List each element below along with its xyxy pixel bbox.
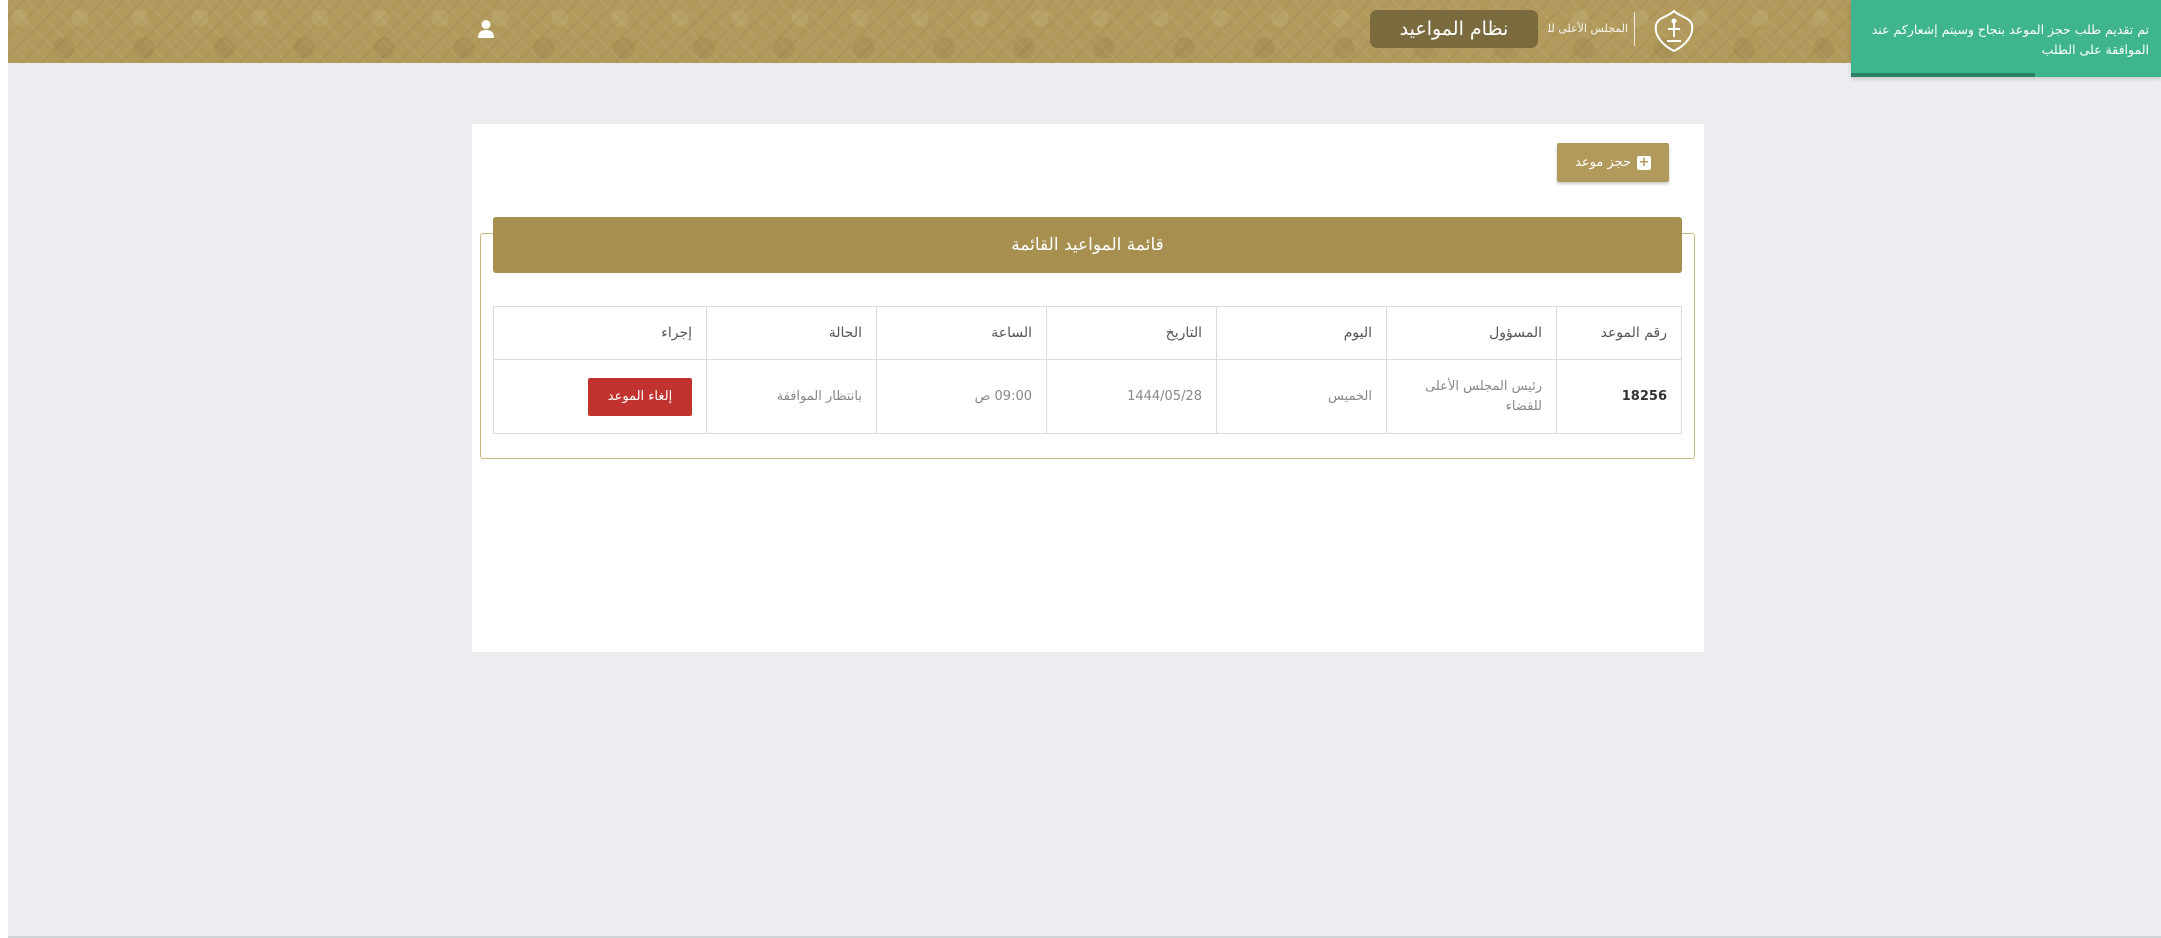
cancel-appointment-button[interactable]: إلغاء الموعد bbox=[588, 377, 692, 416]
appointment-day: الخميس bbox=[1216, 359, 1387, 434]
logo-text: المجلس الأعلى للقضاء bbox=[1548, 22, 1628, 35]
table-header-row: رقم الموعد المسؤول اليوم التاريخ الساعة … bbox=[493, 306, 1682, 360]
column-header-time: الساعة bbox=[876, 306, 1047, 360]
table-row: 18256 رئيس المجلس الأعلى للقضاء الخميس 1… bbox=[493, 359, 1682, 434]
book-appointment-label: حجز موعد bbox=[1575, 155, 1631, 170]
system-title[interactable]: نظام المواعيد bbox=[1370, 10, 1538, 48]
appointment-status: بانتظار الموافقة bbox=[706, 359, 877, 434]
page: نظام المواعيد المجلس الأعلى للقضاء تم تق… bbox=[0, 0, 2161, 938]
plus-square-icon: + bbox=[1637, 154, 1651, 170]
logo-divider bbox=[1634, 12, 1635, 46]
appointment-date: 1444/05/28 bbox=[1046, 359, 1217, 434]
appointment-time: 09:00 ص bbox=[876, 359, 1047, 434]
appointment-action-cell: إلغاء الموعد bbox=[493, 359, 707, 434]
success-toast[interactable]: تم تقديم طلب حجز الموعد بنجاح وسيتم إشعا… bbox=[1851, 0, 2161, 77]
toast-message: تم تقديم طلب حجز الموعد بنجاح وسيتم إشعا… bbox=[1871, 22, 2149, 57]
column-header-date: التاريخ bbox=[1046, 306, 1217, 360]
column-header-official: المسؤول bbox=[1386, 306, 1557, 360]
column-header-status: الحالة bbox=[706, 306, 877, 360]
column-header-number: رقم الموعد bbox=[1556, 306, 1682, 360]
appointment-number: 18256 bbox=[1556, 359, 1682, 434]
user-icon[interactable] bbox=[477, 19, 495, 39]
appointments-table: رقم الموعد المسؤول اليوم التاريخ الساعة … bbox=[493, 306, 1682, 434]
toast-progress-bar bbox=[1851, 73, 2035, 77]
column-header-action: إجراء bbox=[493, 306, 707, 360]
top-header bbox=[8, 0, 2161, 63]
emblem-icon bbox=[1654, 9, 1694, 53]
column-header-day: اليوم bbox=[1216, 306, 1387, 360]
appointment-official: رئيس المجلس الأعلى للقضاء bbox=[1386, 359, 1557, 434]
panel-title: قائمة المواعيد القائمة bbox=[493, 217, 1682, 273]
appointment-official-text: رئيس المجلس الأعلى للقضاء bbox=[1425, 378, 1542, 414]
book-appointment-button[interactable]: + حجز موعد bbox=[1557, 143, 1669, 182]
